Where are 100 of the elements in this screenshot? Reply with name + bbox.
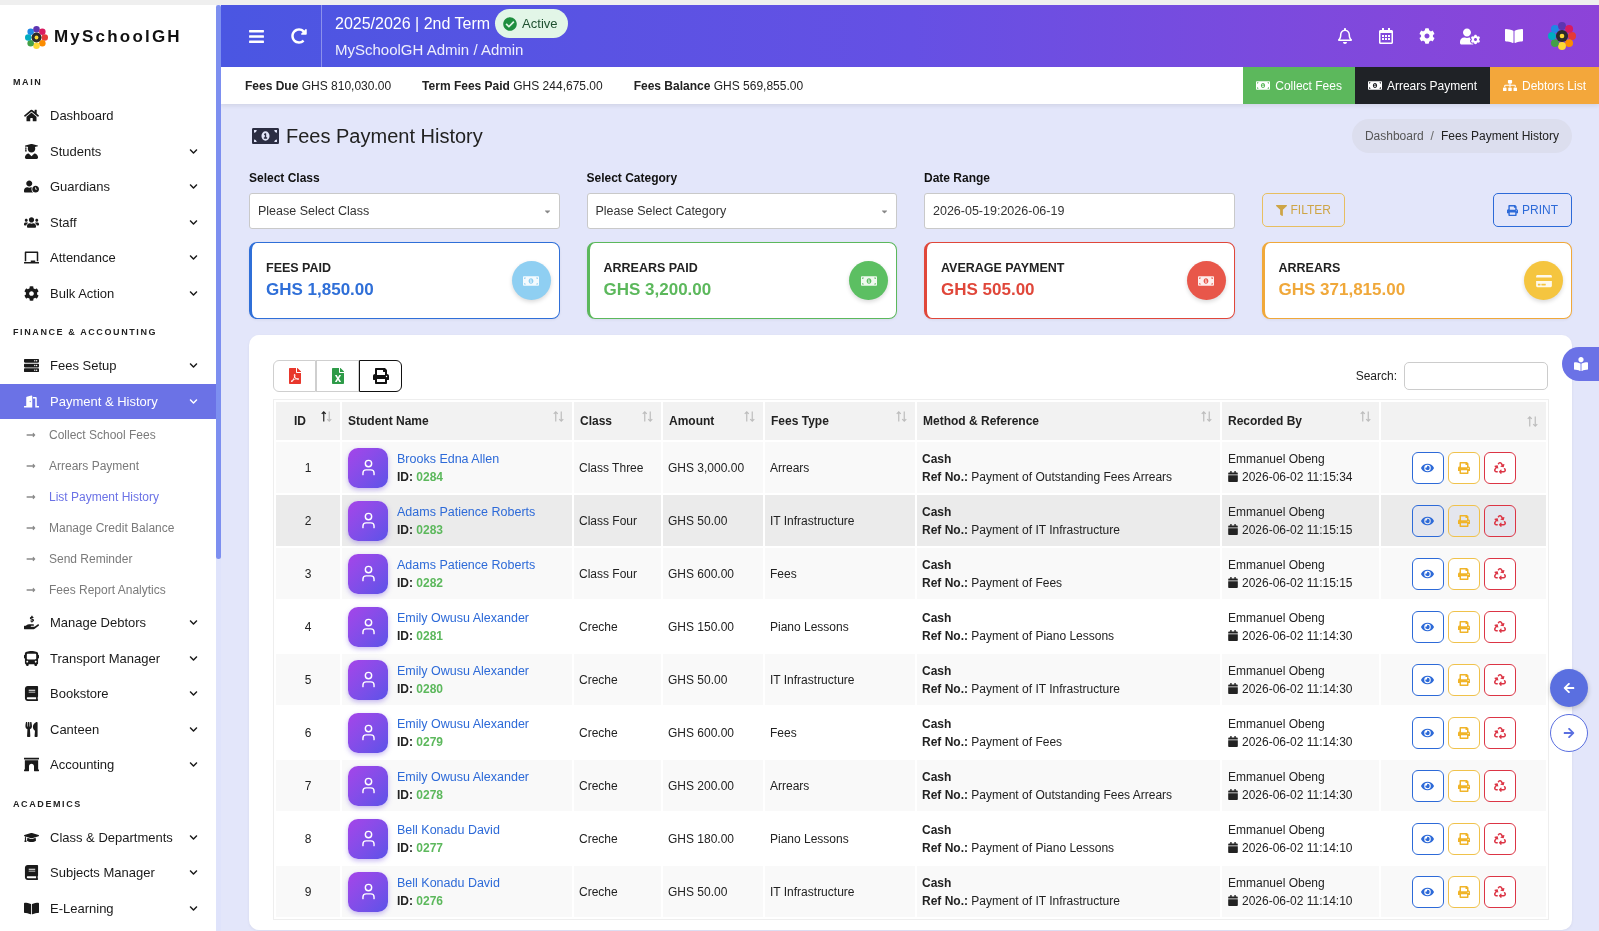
sidebar-item[interactable]: Transport Manager [0, 640, 216, 676]
student-name-link[interactable]: Emily Owusu Alexander [397, 661, 529, 680]
dropdown-field[interactable]: Please Select Category [586, 193, 897, 229]
table-row[interactable]: 3 Adams Patience Roberts ID: 0282 Class Four GHS 600.00 Fees Cash Ref No.: Payment of Fees Emmanuel Obeng 2026-06-02 11:15:15 [276, 548, 1546, 599]
sidebar-item[interactable]: E-Learning [0, 890, 216, 926]
student-id-text: ID: 0281 [397, 627, 445, 645]
sidebar-item[interactable]: Attendance [0, 240, 216, 276]
table-row[interactable]: 8 Bell Konadu David ID: 0277 Creche GHS 180.00 Piano Lessons Cash Ref No.: Payment of Piano Lessons Emmanuel Obeng 2026-06-02 11:14:10 [276, 813, 1546, 864]
student-name-link[interactable]: Brooks Edna Allen [397, 449, 500, 468]
student-name-link[interactable]: Emily Owusu Alexander [397, 714, 529, 733]
recycle-icon [1493, 673, 1506, 686]
excel-export-button[interactable] [316, 360, 359, 392]
calendar-icon[interactable] [1378, 28, 1394, 44]
submenu-item[interactable]: Fees Report Analytics [0, 574, 216, 605]
search-field[interactable] [1404, 362, 1548, 390]
sidebar-item[interactable]: Bookstore [0, 676, 216, 712]
view-button[interactable] [1411, 769, 1444, 802]
student-id-text: ID: 0279 [397, 733, 445, 751]
side-tab-button[interactable] [1562, 347, 1599, 381]
column-header[interactable]: Class [574, 402, 661, 440]
dropdown-field[interactable]: Please Select Class [249, 193, 560, 229]
sidebar-item[interactable]: Subjects Manager [0, 855, 216, 891]
view-button[interactable] [1411, 822, 1444, 855]
view-button[interactable] [1411, 504, 1444, 537]
recycle-button[interactable] [1483, 663, 1516, 696]
eye-icon [1421, 779, 1434, 792]
action-button[interactable]: Arrears Payment [1354, 67, 1490, 104]
sidebar-item[interactable]: Bulk Action [0, 275, 216, 311]
chalkboard-icon [24, 250, 39, 266]
table-cell: Creche [574, 866, 661, 917]
table-cell: Fees [765, 548, 915, 599]
view-button[interactable] [1411, 451, 1444, 484]
submenu-item[interactable]: Arrears Payment [0, 450, 216, 481]
breadcrumb-separator: / [1430, 128, 1434, 145]
submenu-item[interactable]: Manage Credit Balance [0, 512, 216, 543]
view-button[interactable] [1411, 875, 1444, 908]
view-button[interactable] [1411, 610, 1444, 643]
view-button[interactable] [1411, 716, 1444, 749]
user-role-text: MySchoolGH Admin / Admin [335, 41, 525, 59]
submenu-item[interactable]: Send Reminder [0, 543, 216, 574]
sidebar-item[interactable]: Canteen [0, 711, 216, 747]
column-header[interactable]: Student Name [342, 402, 572, 440]
sidebar-item[interactable]: Students [0, 133, 216, 169]
recycle-button[interactable] [1483, 769, 1516, 802]
refresh-icon[interactable] [291, 28, 307, 44]
print-table-button[interactable] [359, 360, 402, 392]
settings-icon[interactable] [1419, 28, 1435, 44]
pdf-export-button[interactable] [273, 360, 316, 392]
sidebar-item[interactable]: Manage Debtors [0, 605, 216, 641]
sidebar-item[interactable]: Dashboard [0, 98, 216, 134]
student-name-link[interactable]: Emily Owusu Alexander [397, 608, 529, 627]
submenu-item[interactable]: Collect School Fees [0, 419, 216, 450]
table-row[interactable]: 4 Emily Owusu Alexander ID: 0281 Creche GHS 150.00 Piano Lessons Cash Ref No.: Payment of Piano Lessons Emmanuel Obeng 2026-06-02 11:14:30 [276, 601, 1546, 652]
student-name-link[interactable]: Adams Patience Roberts [397, 555, 536, 574]
recycle-button[interactable] [1483, 504, 1516, 537]
sidebar-item[interactable]: Accounting [0, 747, 216, 783]
recycle-button[interactable] [1483, 875, 1516, 908]
recorded-by-text: Emmanuel Obeng [1228, 609, 1326, 627]
sidebar-item[interactable]: Guardians [0, 169, 216, 205]
column-header[interactable]: Recorded By [1222, 402, 1379, 440]
table-row[interactable]: 6 Emily Owusu Alexander ID: 0279 Creche GHS 600.00 Fees Cash Ref No.: Payment of Fees Emmanuel Obeng 2026-06-02 11:14:30 [276, 707, 1546, 758]
print-button[interactable]: PRINT [1493, 193, 1572, 227]
submenu-item[interactable]: List Payment History [0, 481, 216, 512]
bell-icon[interactable] [1337, 28, 1353, 44]
user-gear-icon[interactable] [1460, 27, 1480, 45]
sidebar-item[interactable]: Payment & History [0, 383, 216, 419]
student-name-link[interactable]: Bell Konadu David [397, 873, 500, 892]
column-header[interactable]: Method & Reference [917, 402, 1220, 440]
column-header[interactable]: Fees Type [765, 402, 915, 440]
open-book-icon[interactable] [1505, 28, 1523, 44]
column-header[interactable]: Amount [663, 402, 763, 440]
input-field[interactable]: 2026-05-19:2026-06-19 [924, 193, 1235, 229]
student-name-link[interactable]: Adams Patience Roberts [397, 502, 536, 521]
recycle-button[interactable] [1483, 451, 1516, 484]
payment-method-text: Cash [922, 450, 953, 468]
sidebar-item[interactable]: Class & Departments [0, 819, 216, 855]
scrollbar[interactable] [216, 5, 221, 931]
sidebar-item[interactable]: Staff [0, 204, 216, 240]
menu-icon[interactable] [248, 27, 265, 45]
recycle-button[interactable] [1483, 610, 1516, 643]
student-name-link[interactable]: Bell Konadu David [397, 820, 500, 839]
table-row[interactable]: 5 Emily Owusu Alexander ID: 0280 Creche GHS 50.00 IT Infrastructure Cash Ref No.: Payment of IT Infrastructure Emmanuel Obeng 2026-06-02 11:14:30 [276, 654, 1546, 705]
view-button[interactable] [1411, 557, 1444, 590]
recycle-button[interactable] [1483, 557, 1516, 590]
recorded-by-text: Emmanuel Obeng [1228, 874, 1326, 892]
table-row[interactable]: 9 Bell Konadu David ID: 0276 Creche GHS 50.00 IT Infrastructure Cash Ref No.: Payment of IT Infrastructure Emmanuel Obeng 2026-06-02 11:14:10 [276, 866, 1546, 917]
table-row[interactable]: 7 Emily Owusu Alexander ID: 0278 Creche GHS 200.00 Arrears Cash Ref No.: Payment of Outstanding Fees Arrears Emmanuel Obeng 2026-06-02 11:14:30 [276, 760, 1546, 811]
table-row[interactable]: 1 Brooks Edna Allen ID: 0284 Class Three GHS 3,000.00 Arrears Cash Ref No.: Payment of Outstanding Fees Arrears Emmanuel Obeng 2026-06-02 11:15:34 [276, 442, 1546, 493]
recorded-date-text: 2026-06-02 11:14:30 [1242, 627, 1353, 645]
payment-method-text: Cash [922, 556, 953, 574]
table-row[interactable]: 2 Adams Patience Roberts ID: 0283 Class Four GHS 50.00 IT Infrastructure Cash Ref No.: Payment of IT Infrastructure Emmanuel Obeng 2026-06-02 11:15:15 [276, 495, 1546, 546]
sidebar-item[interactable]: Fees Setup [0, 348, 216, 384]
student-name-link[interactable]: Emily Owusu Alexander [397, 767, 529, 786]
column-header[interactable]: ID [276, 402, 340, 440]
view-button[interactable] [1411, 663, 1444, 696]
calendar-icon [1228, 895, 1238, 906]
recycle-button[interactable] [1483, 716, 1516, 749]
recycle-button[interactable] [1483, 822, 1516, 855]
breadcrumb-link[interactable]: Dashboard [1364, 127, 1424, 145]
table-cell: 9 [276, 866, 340, 917]
